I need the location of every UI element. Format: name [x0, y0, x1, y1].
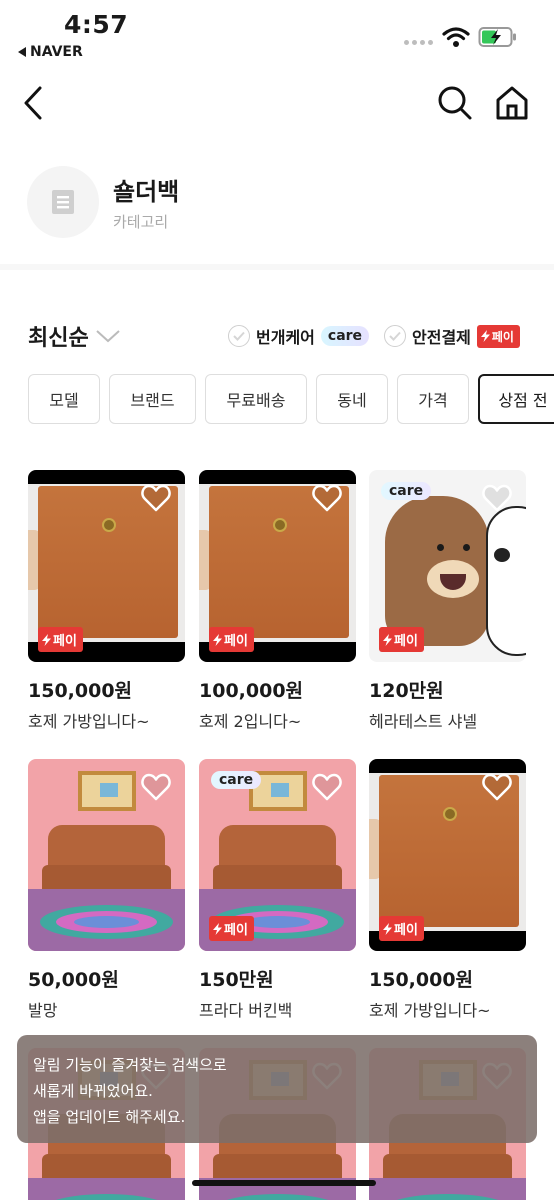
care-badge: care [211, 771, 262, 789]
product-card[interactable]: 페이 150,000원호제 가방입니다~ [369, 759, 526, 1021]
care-badge: care [381, 482, 432, 500]
product-card[interactable]: 페이 100,000원호제 2입니다~ [199, 470, 356, 732]
option-care-label: 번개케어 [256, 328, 315, 347]
pay-badge-label: 페이 [491, 329, 514, 344]
status-time: 4:57 [64, 10, 129, 39]
heart-icon[interactable] [482, 484, 512, 512]
pay-badge: 페이 [476, 324, 520, 348]
lightning-icon [213, 922, 222, 935]
category-title: 숄더백 [113, 178, 180, 206]
status-bar: 4:57 NAVER [0, 0, 554, 70]
toast-line-3: 앱을 업데이트 해주세요. [33, 1108, 186, 1126]
heart-icon[interactable] [312, 484, 342, 512]
heart-icon[interactable] [482, 773, 512, 801]
check-circle-icon [228, 325, 250, 347]
sort-dropdown[interactable]: 최신순 [28, 320, 121, 352]
heart-icon[interactable] [141, 484, 171, 512]
product-image[interactable] [28, 759, 185, 951]
back-app-label: NAVER [30, 44, 83, 60]
heart-icon[interactable] [141, 773, 171, 801]
category-thumbnail [27, 166, 99, 238]
filter-chip-model[interactable]: 모델 [28, 374, 100, 424]
heart-icon[interactable] [312, 773, 342, 801]
option-pay-label: 안전결제 [412, 328, 471, 347]
lightning-icon [213, 633, 222, 646]
product-image[interactable]: care 페이 [199, 759, 356, 951]
battery-charging-icon [478, 27, 516, 47]
pay-badge-label: 페이 [224, 923, 248, 938]
filter-chip-free-shipping[interactable]: 무료배송 [205, 374, 307, 424]
product-card[interactable]: care 페이 150만원프라다 버킨백 [199, 759, 356, 1021]
product-card[interactable]: 페이 150,000원호제 가방입니다~ [28, 470, 185, 732]
filter-chip-row: 모델 브랜드 무료배송 동네 가격 상점 전 [28, 374, 554, 424]
back-chevron-icon[interactable] [18, 84, 52, 122]
check-circle-icon [384, 325, 406, 347]
lightning-icon [383, 633, 392, 646]
sort-label: 최신순 [28, 326, 89, 351]
care-badge: care [320, 326, 370, 346]
toast-line-1: 알림 기능이 즐겨찾는 검색으로 [33, 1056, 227, 1074]
option-lightning-care[interactable]: 번개케어 care [228, 324, 370, 348]
product-price: 150,000원 [28, 680, 133, 702]
home-indicator[interactable] [192, 1180, 376, 1186]
product-card[interactable]: 50,000원발망 [28, 759, 185, 1021]
back-to-app-link[interactable]: NAVER [18, 44, 83, 60]
product-price: 120만원 [369, 680, 444, 702]
document-icon [52, 190, 74, 214]
pay-badge-label: 페이 [394, 923, 418, 938]
product-card[interactable]: care 페이 120만원헤라테스트 샤넬 [369, 470, 526, 732]
wifi-icon [442, 27, 470, 47]
option-safe-payment[interactable]: 안전결제 페이 [384, 324, 520, 348]
home-icon[interactable] [494, 84, 530, 122]
cellular-signal-icon [404, 40, 433, 45]
filter-chip-store[interactable]: 상점 전 [478, 374, 554, 424]
chevron-down-icon [96, 330, 120, 343]
product-name: 호제 2입니다~ [199, 712, 302, 731]
update-toast: 알림 기능이 즐겨찾는 검색으로 새롭게 바뀌었어요. 앱을 업데이트 해주세요… [17, 1035, 537, 1143]
product-price: 150만원 [199, 969, 274, 991]
product-image[interactable]: 페이 [28, 470, 185, 662]
pay-badge-label: 페이 [224, 634, 248, 649]
category-page: 4:57 NAVER 숄더백 카테고리 최신순 번개케어 care 안전결제 페… [0, 0, 554, 1200]
product-price: 100,000원 [199, 680, 304, 702]
product-name: 호제 가방입니다~ [28, 712, 150, 731]
pay-badge-label: 페이 [394, 634, 418, 649]
pay-badge: 페이 [379, 916, 424, 941]
product-price: 150,000원 [369, 969, 474, 991]
product-price: 50,000원 [28, 969, 119, 991]
product-name: 호제 가방입니다~ [369, 1001, 491, 1020]
search-icon[interactable] [436, 84, 474, 122]
lightning-icon [480, 330, 490, 342]
pay-badge: 페이 [379, 627, 424, 652]
section-divider [0, 264, 554, 270]
toast-line-2: 새롭게 바뀌었어요. [33, 1082, 153, 1100]
pay-badge: 페이 [209, 916, 254, 941]
product-name: 프라다 버킨백 [199, 1001, 293, 1020]
filter-chip-neighborhood[interactable]: 동네 [316, 374, 388, 424]
product-image[interactable]: care 페이 [369, 470, 526, 662]
category-subtitle: 카테고리 [113, 213, 169, 231]
product-image[interactable]: 페이 [199, 470, 356, 662]
back-triangle-icon [18, 47, 26, 57]
filter-chip-brand[interactable]: 브랜드 [109, 374, 196, 424]
product-name: 헤라테스트 샤넬 [369, 712, 478, 731]
product-name: 발망 [28, 1001, 58, 1020]
pay-badge-label: 페이 [53, 634, 77, 649]
lightning-icon [42, 633, 51, 646]
product-image[interactable]: 페이 [369, 759, 526, 951]
lightning-icon [383, 922, 392, 935]
filter-chip-price[interactable]: 가격 [397, 374, 469, 424]
pay-badge: 페이 [38, 627, 83, 652]
pay-badge: 페이 [209, 627, 254, 652]
